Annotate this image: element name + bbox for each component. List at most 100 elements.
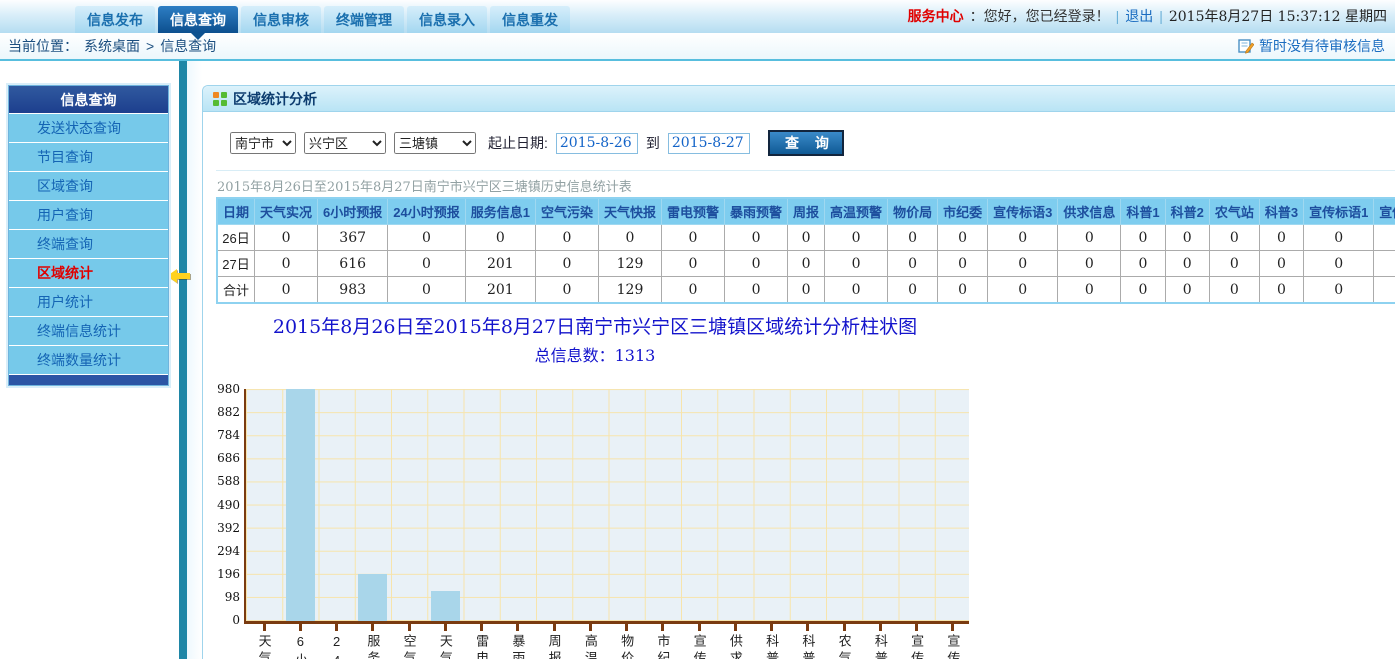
search-button[interactable]: 查 询 xyxy=(768,130,844,156)
sidebar-item-1[interactable]: 节目查询 xyxy=(9,142,168,171)
table-cell: 0 xyxy=(255,251,318,277)
city-select[interactable]: 南宁市 xyxy=(230,132,296,154)
table-cell: 0 xyxy=(938,277,988,304)
chart-x-label: 宣传标语3 xyxy=(693,634,706,659)
table-cell: 0 xyxy=(1209,225,1259,251)
chart-x-column: 雷电预警 xyxy=(464,624,500,659)
table-cell: 0 xyxy=(988,251,1058,277)
table-cell: 616 xyxy=(318,251,388,277)
date-from-input[interactable] xyxy=(556,133,638,154)
chart-x-column: 高温预警 xyxy=(572,624,608,659)
chart-x-tick xyxy=(299,624,302,631)
chart-x-label: 服务信息1 xyxy=(366,634,379,659)
chart-x-label: 24小时预报 xyxy=(330,634,343,659)
nav-tab-5[interactable]: 信息重发 xyxy=(490,6,570,33)
nav-tab-0[interactable]: 信息发布 xyxy=(75,6,155,33)
table-header-cell: 24小时预报 xyxy=(388,198,465,225)
table-cell: 0 xyxy=(388,277,465,304)
chart-y-tick: 0 xyxy=(232,613,240,627)
chart-subtitle: 总信息数：1313 xyxy=(216,342,974,366)
table-header-cell: 天气实况 xyxy=(255,198,318,225)
chart-x-tick xyxy=(371,624,374,631)
table-header-cell: 空气污染 xyxy=(535,198,598,225)
chart-x-tick xyxy=(734,624,737,631)
nav-tab-1[interactable]: 信息查询 xyxy=(158,6,238,33)
breadcrumb-root[interactable]: 系统桌面 xyxy=(84,36,140,56)
chart-x-column: 科普2 xyxy=(790,624,826,659)
chart-x-column: 物价局 xyxy=(609,624,645,659)
district-select[interactable]: 兴宁区 xyxy=(304,132,386,154)
breadcrumb-current: 信息查询 xyxy=(160,36,216,56)
chart-x-tick xyxy=(698,624,701,631)
service-center-label: 服务中心 xyxy=(908,6,964,26)
chart-x-column: 空气污染 xyxy=(391,624,427,659)
nav-tab-3[interactable]: 终端管理 xyxy=(324,6,404,33)
table-cell: 0 xyxy=(725,225,788,251)
table-cell: 0 xyxy=(1304,277,1374,304)
table-cell: 0 xyxy=(1304,251,1374,277)
table-cell: 201 xyxy=(465,251,535,277)
chart-x-tick xyxy=(661,624,664,631)
sidebar-collapse-arrow[interactable] xyxy=(167,269,190,283)
chart-title: 2015年8月26日至2015年8月27日南宁市兴宁区三塘镇区域统计分析柱状图 xyxy=(216,312,974,339)
region-stats-panel: 区域统计分析 南宁市 兴宁区 三塘镇 起止日期: 到 查 询 2015年8月26… xyxy=(202,85,1395,659)
table-header-cell: 物价局 xyxy=(888,198,938,225)
sidebar-item-3[interactable]: 用户查询 xyxy=(9,200,168,229)
chart-x-tick xyxy=(553,624,556,631)
top-nav-bar: 信息发布信息查询信息审核终端管理信息录入信息重发 服务中心：您好，您已经登录！ … xyxy=(0,0,1395,33)
chart-x-tick xyxy=(625,624,628,631)
town-select[interactable]: 三塘镇 xyxy=(394,132,476,154)
chart-x-tick xyxy=(589,624,592,631)
table-cell: 0 xyxy=(662,225,725,251)
datetime-text: 2015年8月27日 15:37:12 星期四 xyxy=(1169,6,1387,26)
table-cell: 0 xyxy=(725,277,788,304)
sidebar-item-5[interactable]: 区域统计 xyxy=(9,258,168,287)
table-header-cell: 科普3 xyxy=(1259,198,1303,225)
nav-tab-4[interactable]: 信息录入 xyxy=(407,6,487,33)
sidebar-footer xyxy=(9,374,168,385)
table-cell: 0 xyxy=(1165,251,1209,277)
chart-x-tick xyxy=(770,624,773,631)
stats-table: 日期天气实况6小时预报24小时预报服务信息1空气污染天气快报雷电预警暴雨预警周报… xyxy=(216,197,1395,304)
sidebar-item-0[interactable]: 发送状态查询 xyxy=(9,113,168,142)
table-cell: 27日 xyxy=(217,251,255,277)
table-cell: 367 xyxy=(318,225,388,251)
table-cell: 0 xyxy=(1374,251,1395,277)
logout-link[interactable]: 退出 xyxy=(1125,6,1153,26)
table-cell: 0 xyxy=(725,251,788,277)
table-header-cell: 天气快报 xyxy=(598,198,661,225)
sidebar-item-6[interactable]: 用户统计 xyxy=(9,287,168,316)
note-pencil-icon xyxy=(1238,38,1254,54)
table-cell: 0 xyxy=(1259,251,1303,277)
chart-block: 2015年8月26日至2015年8月27日南宁市兴宁区三塘镇区域统计分析柱状图 … xyxy=(216,312,974,659)
chart-x-label: 暴雨预警 xyxy=(511,634,524,659)
table-cell: 0 xyxy=(788,277,825,304)
table-header-cell: 宣传标语3 xyxy=(988,198,1058,225)
to-label: 到 xyxy=(646,133,660,153)
date-to-input[interactable] xyxy=(668,133,750,154)
chart-x-tick xyxy=(915,624,918,631)
table-cell: 201 xyxy=(465,277,535,304)
table-header-cell: 雷电预警 xyxy=(662,198,725,225)
sidebar-item-4[interactable]: 终端查询 xyxy=(9,229,168,258)
bar-chart: 098196294392490588686784882980 xyxy=(216,386,974,624)
sidebar-item-7[interactable]: 终端信息统计 xyxy=(9,316,168,345)
chart-x-axis: 天气实况6小时预报24小时预报服务信息1空气污染天气快报雷电预警暴雨预警周报高温… xyxy=(246,624,974,659)
chart-x-column: 暴雨预警 xyxy=(500,624,536,659)
table-header-cell: 高温预警 xyxy=(825,198,888,225)
table-cell: 0 xyxy=(255,225,318,251)
table-cell: 0 xyxy=(662,277,725,304)
chart-x-label: 宣传标语1 xyxy=(910,634,923,659)
table-cell: 0 xyxy=(888,277,938,304)
chart-x-column: 周报 xyxy=(536,624,572,659)
chart-y-axis: 098196294392490588686784882980 xyxy=(216,386,244,624)
table-cell: 0 xyxy=(465,225,535,251)
nav-tab-2[interactable]: 信息审核 xyxy=(241,6,321,33)
sidebar-item-2[interactable]: 区域查询 xyxy=(9,171,168,200)
sidebar-item-8[interactable]: 终端数量统计 xyxy=(9,345,168,374)
table-header-cell: 农气站 xyxy=(1209,198,1259,225)
panel-header: 区域统计分析 xyxy=(203,86,1395,112)
review-notice[interactable]: 暂时没有待审核信息 xyxy=(1238,36,1385,56)
table-cell: 0 xyxy=(1259,225,1303,251)
table-cell: 0 xyxy=(825,277,888,304)
